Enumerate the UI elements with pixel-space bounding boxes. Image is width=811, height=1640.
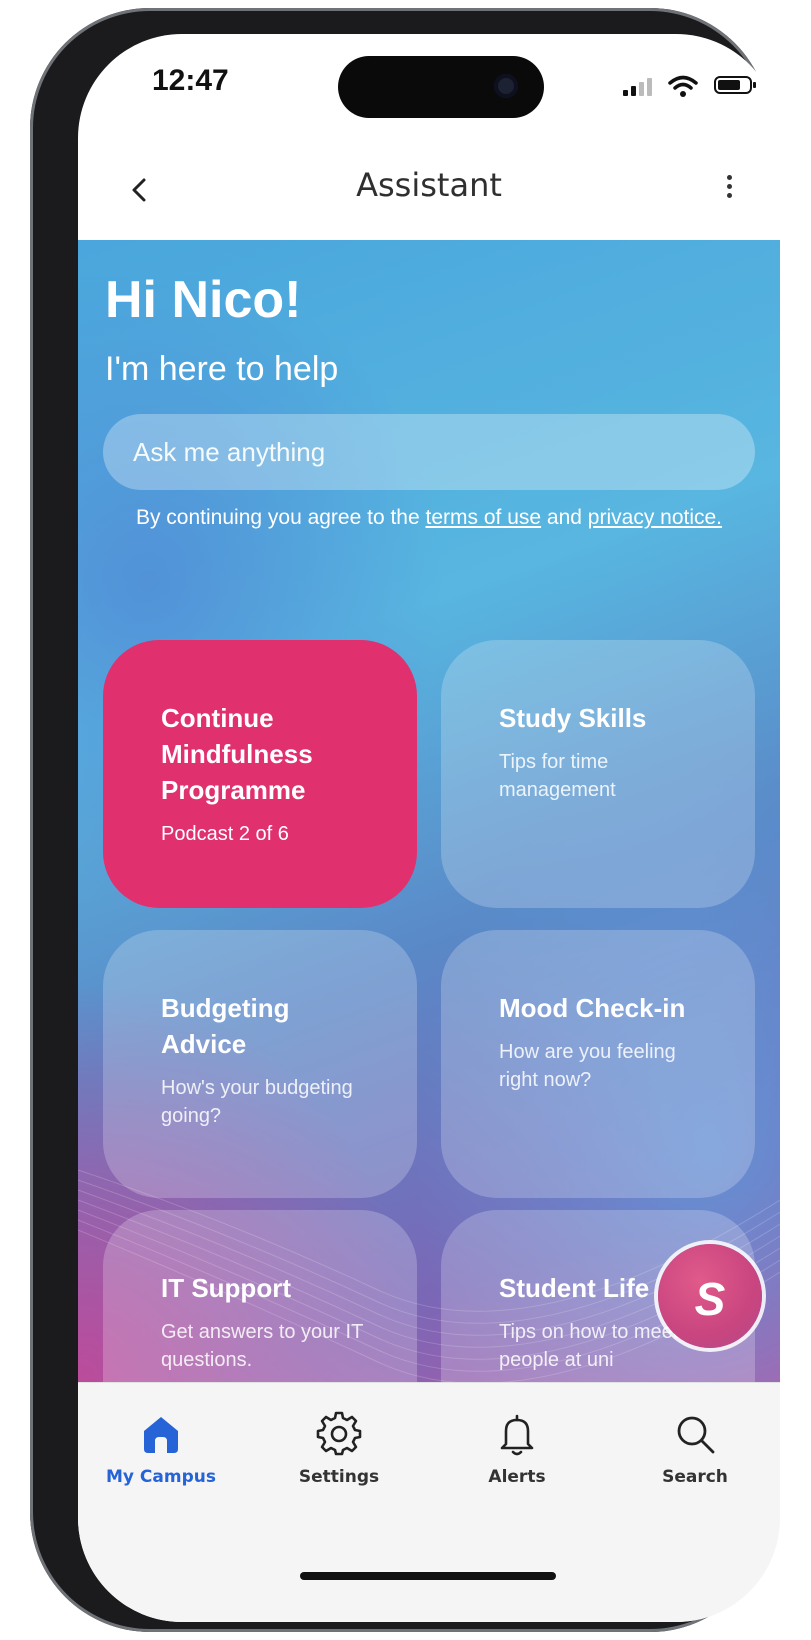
- card-title: Study Skills: [499, 703, 647, 733]
- card-study-skills[interactable]: Study Skills Tips for time management: [441, 640, 755, 908]
- bell-icon: [500, 1414, 534, 1456]
- assistant-logo-icon: S: [694, 1273, 726, 1325]
- card-title: IT Support: [161, 1273, 291, 1303]
- gear-icon: [316, 1411, 362, 1456]
- tab-settings[interactable]: Settings: [264, 1411, 414, 1487]
- tab-label: Search: [662, 1467, 728, 1487]
- greeting-subtitle: I'm here to help: [105, 350, 339, 388]
- tab-label: Settings: [298, 1467, 380, 1487]
- terms-of-use-link[interactable]: terms of use: [426, 506, 542, 529]
- card-title: Budgeting Advice: [161, 993, 290, 1059]
- tab-my-campus[interactable]: My Campus: [86, 1411, 236, 1487]
- camera-icon: [494, 74, 518, 98]
- page-title: Assistant: [356, 166, 502, 204]
- consent-text: By continuing you agree to the terms of …: [118, 502, 740, 533]
- status-time: 12:47: [152, 64, 229, 97]
- home-icon: [144, 1417, 178, 1453]
- tab-search[interactable]: Search: [620, 1411, 770, 1487]
- tab-label: My Campus: [106, 1467, 216, 1487]
- screen: 12:47 Assistant Hi Nico! I'm here to hel…: [78, 34, 780, 1622]
- card-subtitle: Get answers to your IT questions.: [161, 1321, 363, 1371]
- home-indicator: [300, 1572, 556, 1580]
- signal-icon: [623, 78, 655, 96]
- card-budgeting[interactable]: Budgeting Advice How's your budgeting go…: [103, 930, 417, 1198]
- ask-input[interactable]: Ask me anything: [103, 414, 755, 490]
- card-title: Continue Mindfulness Programme: [161, 703, 313, 805]
- assistant-home: Hi Nico! I'm here to help Ask me anythin…: [78, 240, 780, 1382]
- battery-icon: [714, 76, 756, 94]
- app-header: Assistant: [78, 144, 780, 240]
- card-title: Mood Check-in: [499, 993, 686, 1023]
- consent-prefix: By continuing you agree to the: [135, 506, 420, 529]
- consent-middle: and: [546, 506, 582, 529]
- search-icon: [677, 1416, 715, 1454]
- wifi-icon: [668, 75, 698, 97]
- bottom-tab-bar: My Campus Settings Alerts Search: [78, 1382, 780, 1622]
- card-subtitle: Podcast 2 of 6: [161, 823, 289, 845]
- privacy-notice-link[interactable]: privacy notice.: [588, 506, 722, 529]
- card-subtitle: How's your budgeting going?: [161, 1077, 353, 1127]
- card-mindfulness[interactable]: Continue Mindfulness Programme Podcast 2…: [103, 640, 417, 908]
- card-mood-check-in[interactable]: Mood Check-in How are you feeling right …: [441, 930, 755, 1198]
- more-vertical-icon[interactable]: [722, 172, 736, 208]
- dynamic-island: [338, 56, 544, 118]
- card-subtitle: Tips for time management: [499, 751, 616, 801]
- tab-label: Alerts: [488, 1467, 546, 1487]
- phone-frame: 12:47 Assistant Hi Nico! I'm here to hel…: [30, 8, 780, 1632]
- assistant-fab-button[interactable]: S: [658, 1244, 762, 1348]
- card-it-support[interactable]: IT Support Get answers to your IT questi…: [103, 1210, 417, 1382]
- card-subtitle: How are you feeling right now?: [499, 1041, 676, 1091]
- tab-alerts[interactable]: Alerts: [442, 1411, 592, 1487]
- status-bar: 12:47: [78, 34, 780, 144]
- greeting-heading: Hi Nico!: [105, 271, 302, 329]
